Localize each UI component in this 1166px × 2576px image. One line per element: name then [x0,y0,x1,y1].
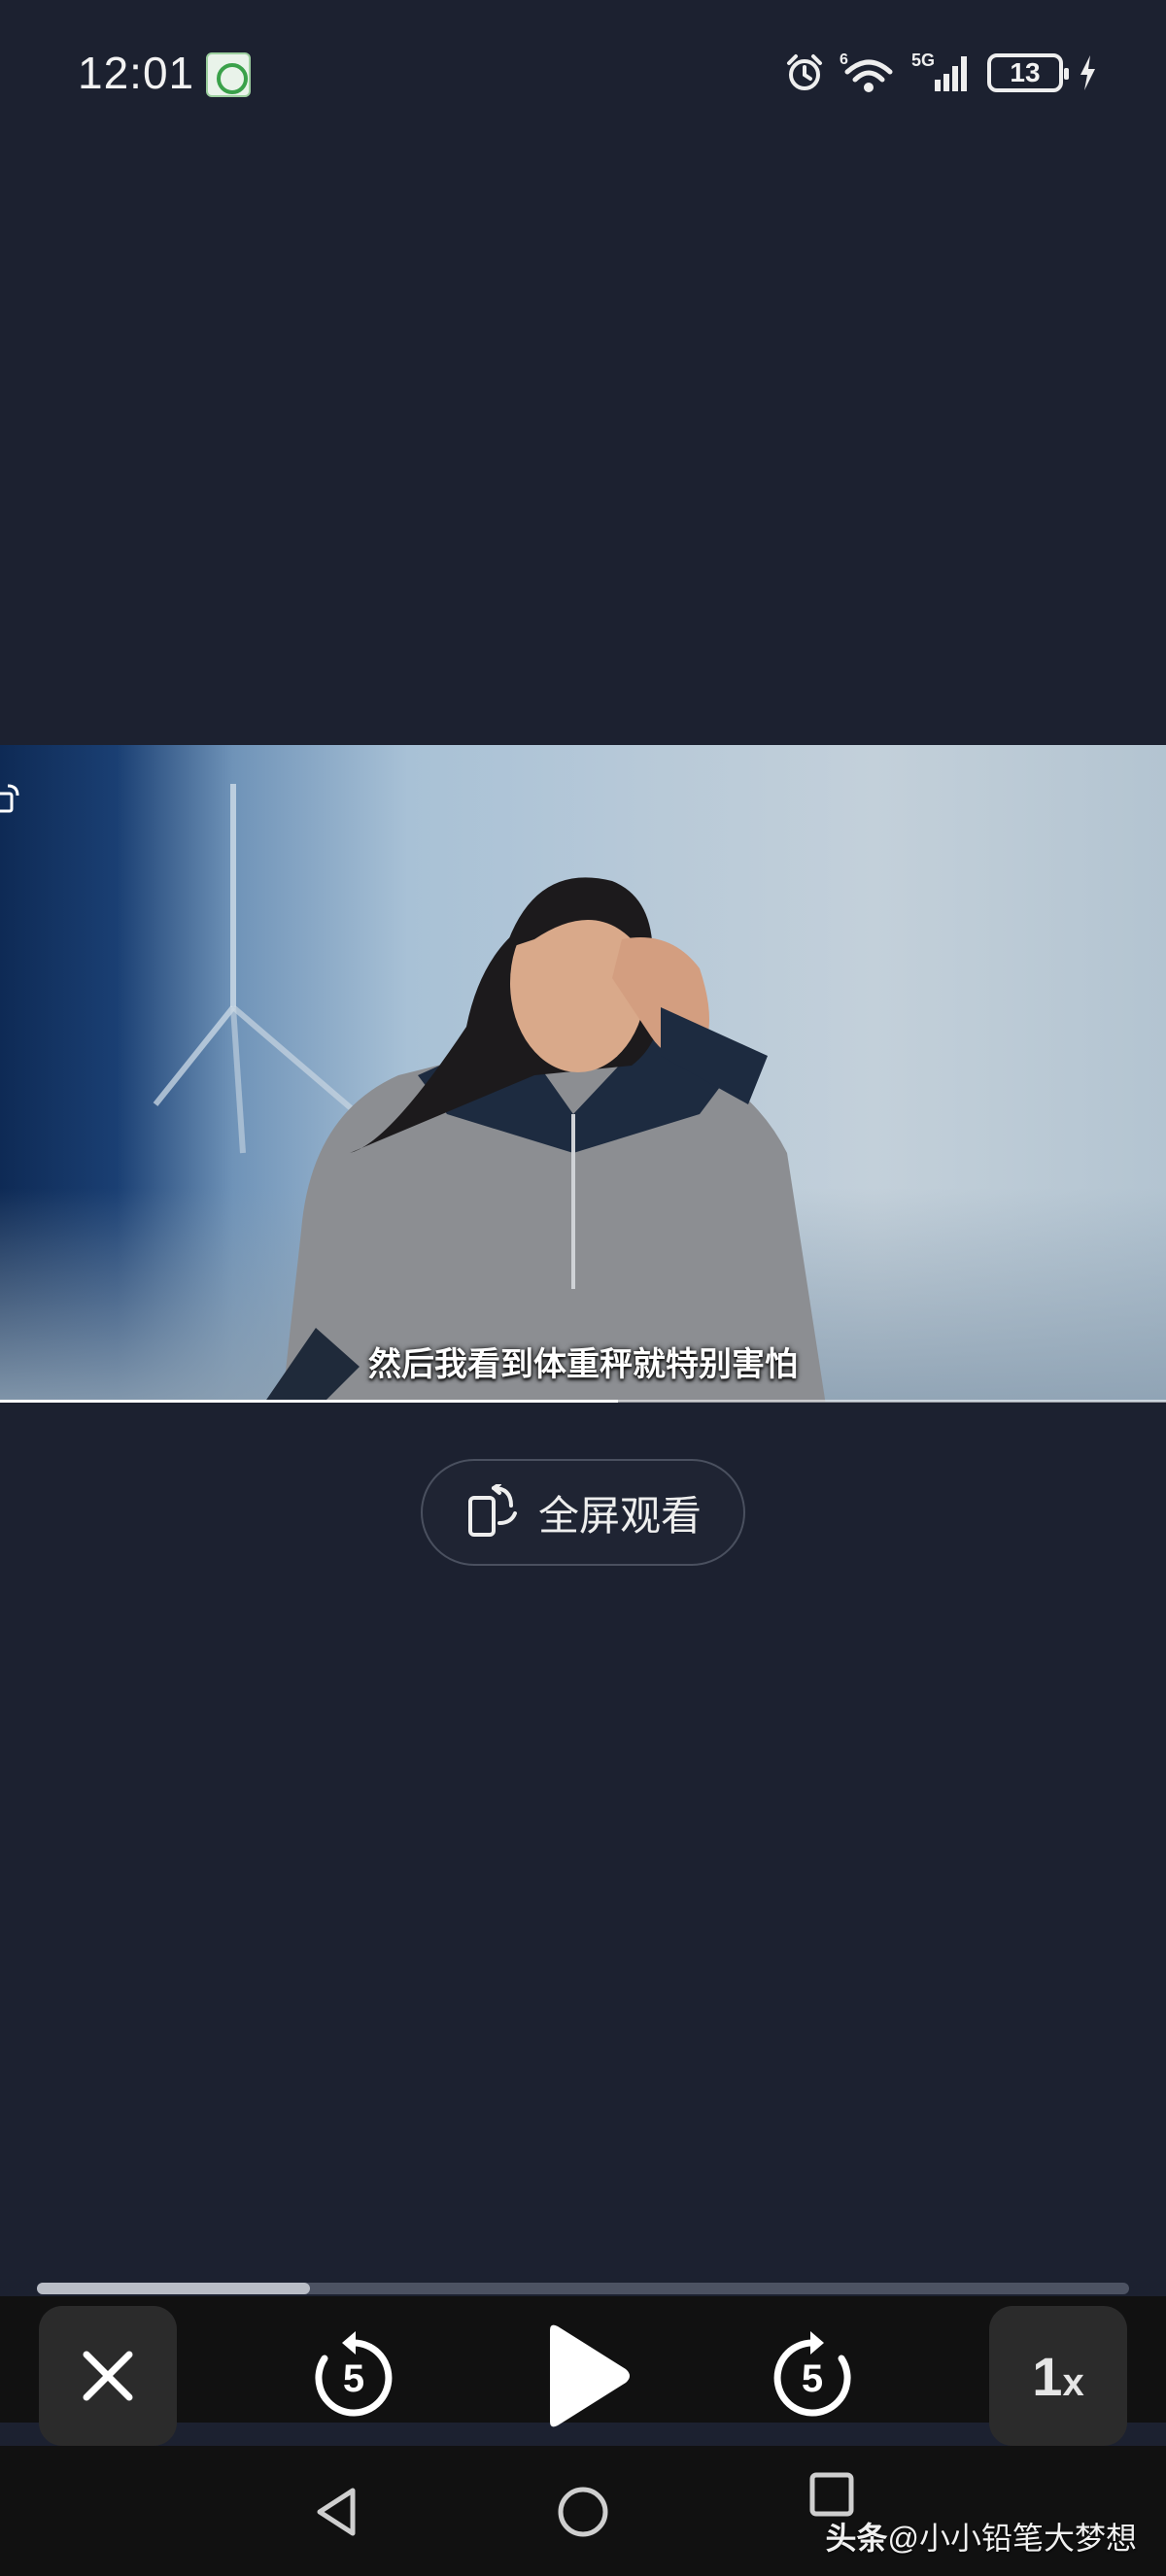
close-button[interactable] [39,2306,177,2446]
rotate-icon[interactable] [0,784,21,813]
alarm-icon [787,54,822,90]
rewind-seconds: 5 [343,2357,364,2400]
wifi-icon: 6 [840,51,893,92]
home-circle-icon [558,2487,608,2537]
rewind-5-button[interactable]: 5 [293,2306,414,2446]
speed-value: 1 [1032,2345,1063,2407]
cellular-signal-icon: 5G [911,51,967,91]
watermark: 头条@小小铅笔大梦想 [825,2514,1137,2559]
app-notification-icon [206,52,251,97]
battery-level: 13 [1010,57,1041,87]
charging-icon [1080,55,1095,90]
wifi-label: 6 [840,51,848,68]
nav-home-button[interactable] [554,2483,612,2541]
video-subtitle: 然后我看到体重秤就特别害怕 [368,1345,798,1384]
playback-speed-button[interactable]: 1x [989,2306,1127,2446]
watermark-author: @小小铅笔大梦想 [887,2521,1138,2556]
watermark-source: 头条 [825,2521,888,2556]
recent-square-icon [809,2472,854,2517]
nav-back-button[interactable] [307,2483,365,2541]
fullscreen-button[interactable]: 全屏观看 [421,1459,745,1566]
speed-unit: x [1062,2360,1084,2404]
forward-5-icon: 5 [773,2331,851,2417]
video-inline-progress [0,1400,1166,1403]
video-person [264,877,826,1402]
play-button[interactable] [525,2306,645,2446]
player-progress-fill [37,2283,310,2294]
fullscreen-label: 全屏观看 [537,1492,702,1539]
rotate-screen-icon [467,1484,517,1537]
back-triangle-icon [317,2488,356,2536]
rewind-5-icon: 5 [315,2331,393,2417]
player-progress-bar[interactable] [37,2283,1129,2294]
status-bar: 12:01 6 5G 13 [0,0,1166,146]
status-time: 12:01 [78,48,195,98]
play-icon [550,2324,630,2427]
close-icon [83,2351,133,2401]
forward-seconds: 5 [802,2357,823,2400]
video-player[interactable]: 然后我看到体重秤就特别害怕 [0,745,1166,1402]
video-inline-progress-fill [0,1400,618,1403]
battery-icon: 13 [987,53,1069,92]
network-label: 5G [911,51,935,70]
forward-5-button[interactable]: 5 [752,2306,873,2446]
status-icons: 6 5G 13 [783,47,1098,99]
